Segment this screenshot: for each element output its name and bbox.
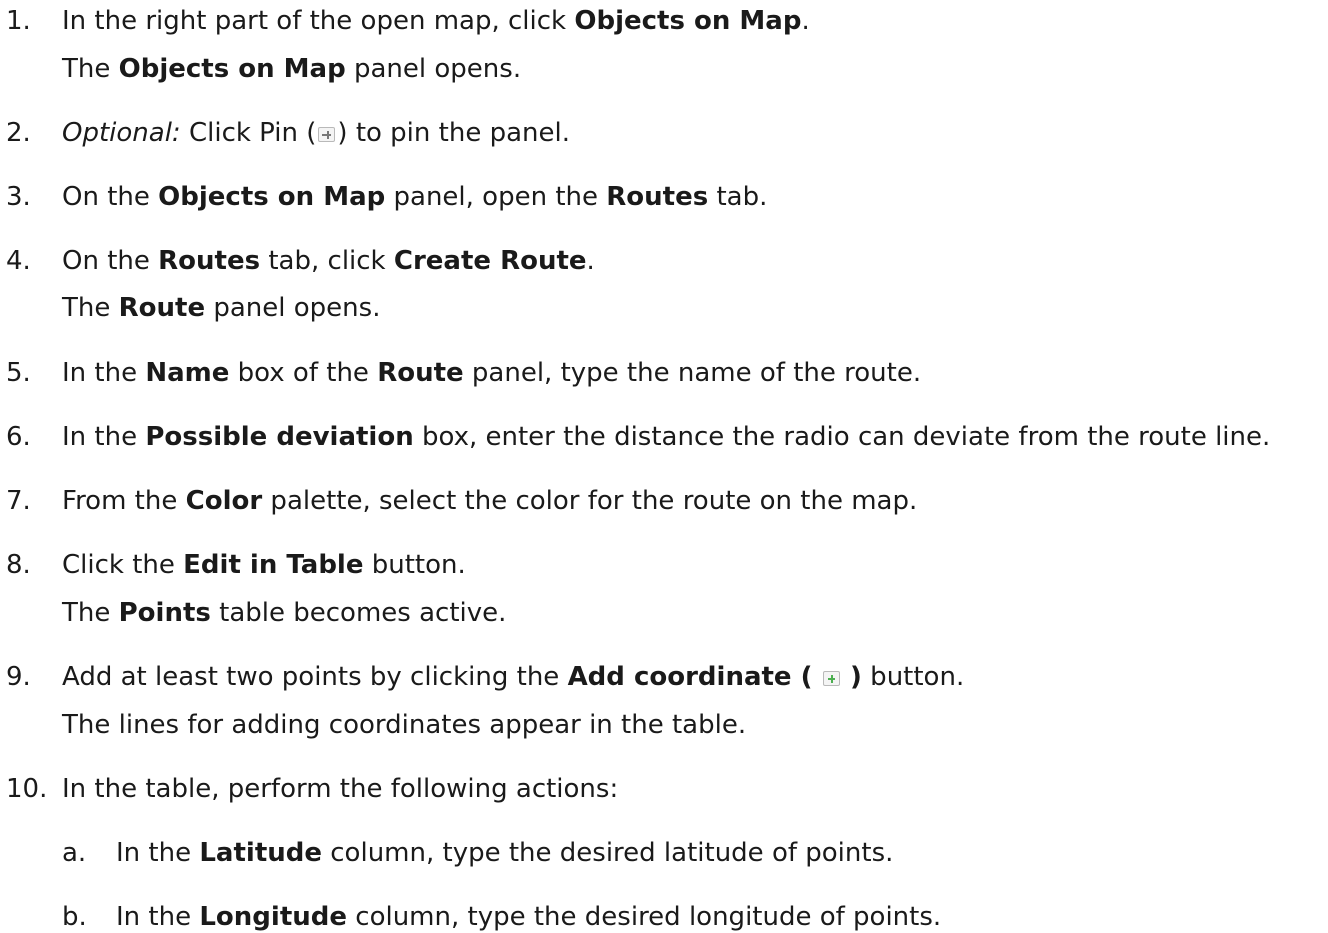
step-number: 9. [6, 662, 31, 692]
step-text: Click the Edit in Table button. [62, 550, 466, 580]
step-text: Add at least two points by clicking the … [62, 662, 965, 692]
step-number: 10. [6, 774, 48, 804]
step-number: 8. [6, 550, 31, 580]
step-number: 5. [6, 358, 31, 388]
step-result-text: The lines for adding coordinates appear … [62, 710, 747, 740]
step-text: In the Possible deviation box, enter the… [62, 422, 1271, 452]
step-text: On the Routes tab, click Create Route. [62, 246, 595, 276]
substep-letter: a. [62, 838, 87, 868]
substep-letter: b. [62, 902, 87, 932]
step-number: 1. [6, 6, 31, 36]
step-text: Optional: Click Pin () to pin the panel. [62, 118, 570, 148]
step-text: From the Color palette, select the color… [62, 486, 918, 516]
substep-text: In the Longitude column, type the desire… [116, 902, 942, 932]
step-result-text: The Route panel opens. [62, 293, 381, 323]
step-number: 7. [6, 486, 31, 516]
substep-text: In the Latitude column, type the desired… [116, 838, 894, 868]
step-text: On the Objects on Map panel, open the Ro… [62, 182, 768, 212]
step-number: 4. [6, 246, 31, 276]
pin-icon [318, 127, 336, 142]
step-number: 6. [6, 422, 31, 452]
step-text: In the table, perform the following acti… [62, 774, 619, 804]
step-text: In the Name box of the Route panel, type… [62, 358, 922, 388]
step-result-text: The Points table becomes active. [62, 598, 507, 628]
add-coordinate-icon [822, 671, 840, 686]
step-result-text: The Objects on Map panel opens. [62, 54, 522, 84]
step-number: 3. [6, 182, 31, 212]
step-text: In the right part of the open map, click… [62, 6, 810, 36]
step-number: 2. [6, 118, 31, 148]
instructions-document: 1. In the right part of the open map, cl… [0, 0, 1328, 932]
